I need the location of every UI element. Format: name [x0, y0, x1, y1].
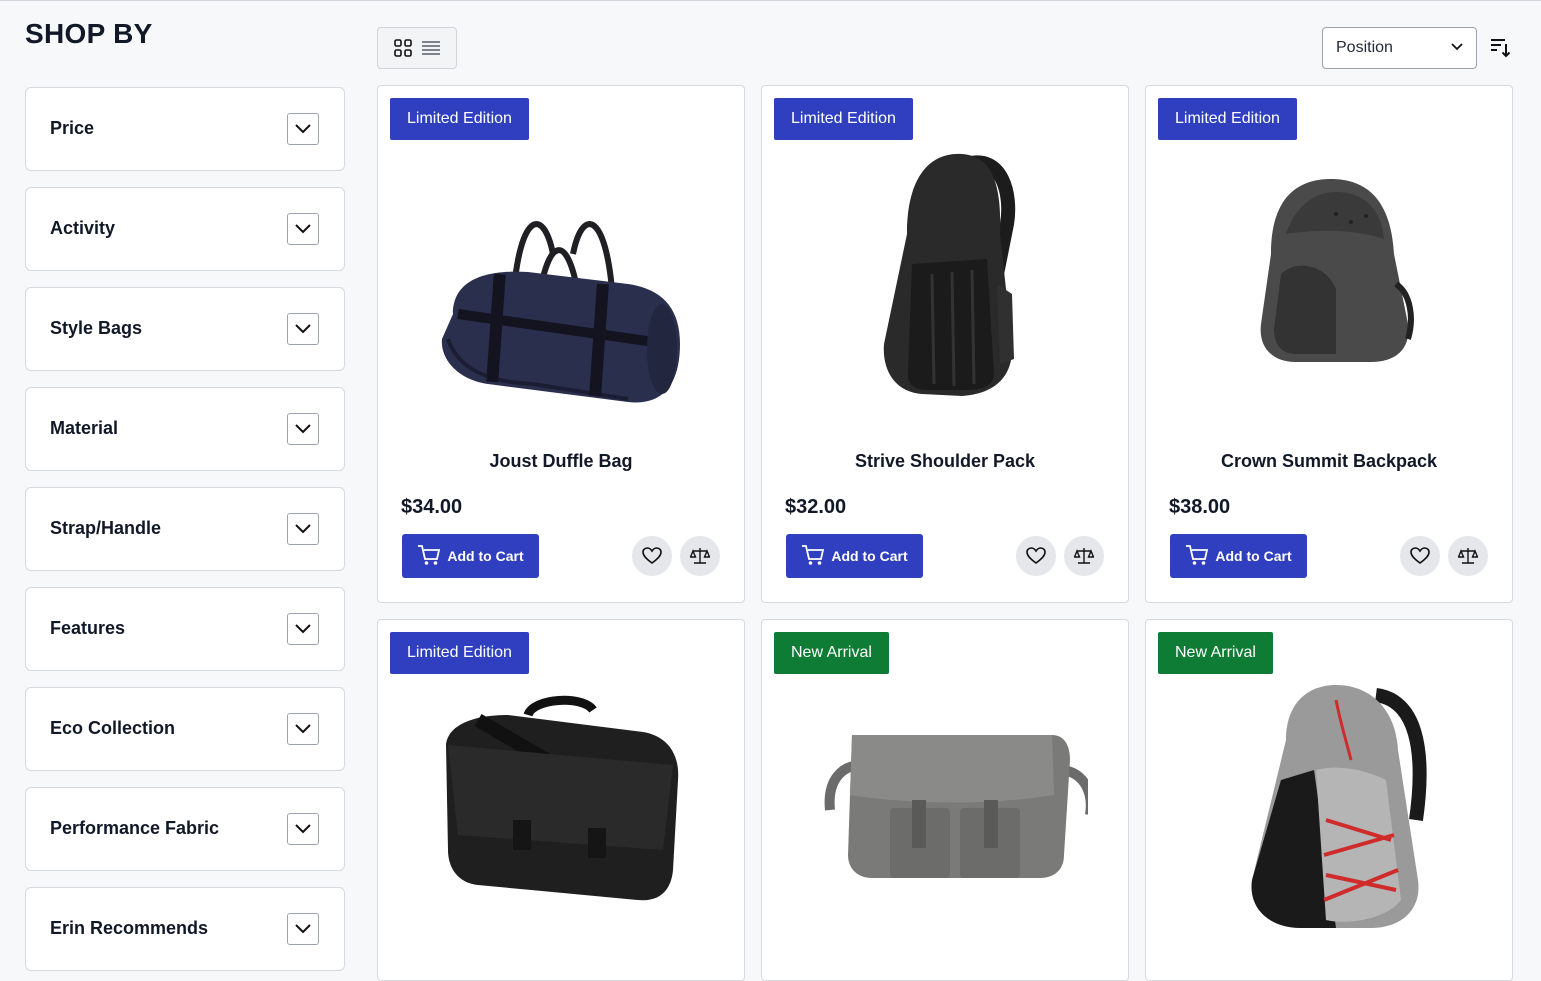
filter-label: Features [50, 618, 126, 638]
product-name[interactable]: Strive Shoulder Pack [762, 451, 1128, 472]
chevron-down-icon[interactable] [287, 713, 319, 745]
compare-scale-icon[interactable] [680, 536, 720, 576]
product-image-summit-backpack[interactable] [1186, 144, 1472, 414]
limited-edition-badge: Limited Edition [774, 98, 913, 140]
product-image-duffle-bag[interactable] [418, 144, 704, 414]
filter-strap-handle[interactable]: Strap/Handle [25, 487, 345, 571]
filter-label: Eco Collection [50, 718, 176, 738]
product-name[interactable]: Joust Duffle Bag [378, 451, 744, 472]
top-divider [0, 0, 1541, 1]
filter-performance-fabric[interactable]: Performance Fabric [25, 787, 345, 871]
cart-icon [801, 544, 825, 569]
product-price: $38.00 [1169, 496, 1231, 518]
chevron-down-icon[interactable] [287, 113, 319, 145]
product-card[interactable]: New Arrival [1145, 619, 1513, 981]
filter-label: Activity [50, 218, 116, 238]
product-image-messenger-bag[interactable] [418, 670, 704, 940]
chevron-down-icon[interactable] [287, 613, 319, 645]
product-image-shoulder-pack[interactable] [802, 144, 1088, 414]
filter-features[interactable]: Features [25, 587, 345, 671]
product-image-gray-messenger[interactable] [802, 670, 1096, 940]
product-price: $34.00 [401, 496, 463, 518]
filter-label: Performance Fabric [50, 818, 220, 838]
product-name[interactable]: Crown Summit Backpack [1146, 451, 1512, 472]
new-arrival-badge: New Arrival [774, 632, 889, 674]
compare-scale-icon[interactable] [1064, 536, 1104, 576]
product-card[interactable]: Limited Edition Joust Duffle Bag $34.00 … [377, 85, 745, 603]
limited-edition-badge: Limited Edition [1158, 98, 1297, 140]
chevron-down-icon[interactable] [287, 413, 319, 445]
filter-price[interactable]: Price [25, 87, 345, 171]
product-card[interactable]: New Arrival [761, 619, 1129, 981]
new-arrival-badge: New Arrival [1158, 632, 1273, 674]
chevron-down-icon[interactable] [287, 313, 319, 345]
add-to-cart-label: Add to Cart [1215, 548, 1292, 564]
add-to-cart-button[interactable]: Add to Cart [402, 534, 539, 578]
cart-icon [417, 544, 441, 569]
cart-icon [1185, 544, 1209, 569]
grid-icon[interactable] [393, 38, 413, 58]
add-to-cart-label: Add to Cart [447, 548, 524, 564]
add-to-cart-button[interactable]: Add to Cart [786, 534, 923, 578]
chevron-down-icon[interactable] [287, 513, 319, 545]
sort-selected-value: Position [1336, 39, 1393, 56]
sort-descending-icon[interactable] [1489, 36, 1513, 60]
limited-edition-badge: Limited Edition [390, 98, 529, 140]
chevron-down-icon[interactable] [287, 213, 319, 245]
add-to-cart-label: Add to Cart [831, 548, 908, 564]
chevron-down-icon [1450, 40, 1464, 59]
filter-activity[interactable]: Activity [25, 187, 345, 271]
filter-label: Price [50, 118, 95, 138]
filter-label: Material [50, 418, 119, 438]
limited-edition-badge: Limited Edition [390, 632, 529, 674]
product-card[interactable]: Limited Edition [377, 619, 745, 981]
product-card[interactable]: Limited Edition Crown Summit Backpack $3… [1145, 85, 1513, 603]
filter-material[interactable]: Material [25, 387, 345, 471]
product-card[interactable]: Limited Edition Strive Shoulder Pack $32… [761, 85, 1129, 603]
add-to-cart-button[interactable]: Add to Cart [1170, 534, 1307, 578]
wishlist-heart-icon[interactable] [1400, 536, 1440, 576]
sort-select[interactable]: Position [1322, 27, 1477, 69]
chevron-down-icon[interactable] [287, 813, 319, 845]
wishlist-heart-icon[interactable] [632, 536, 672, 576]
wishlist-heart-icon[interactable] [1016, 536, 1056, 576]
product-price: $32.00 [785, 496, 847, 518]
filter-label: Style Bags [50, 318, 143, 338]
filter-label: Strap/Handle [50, 518, 162, 538]
filter-style-bags[interactable]: Style Bags [25, 287, 345, 371]
filter-erin-recommends[interactable]: Erin Recommends [25, 887, 345, 971]
view-mode-switch [377, 27, 457, 69]
shop-by-title: SHOP BY [25, 18, 153, 49]
filter-label: Erin Recommends [50, 918, 209, 938]
product-image-gray-red-backpack[interactable] [1186, 670, 1472, 940]
filter-eco-collection[interactable]: Eco Collection [25, 687, 345, 771]
compare-scale-icon[interactable] [1448, 536, 1488, 576]
list-icon[interactable] [421, 38, 441, 58]
chevron-down-icon[interactable] [287, 913, 319, 945]
